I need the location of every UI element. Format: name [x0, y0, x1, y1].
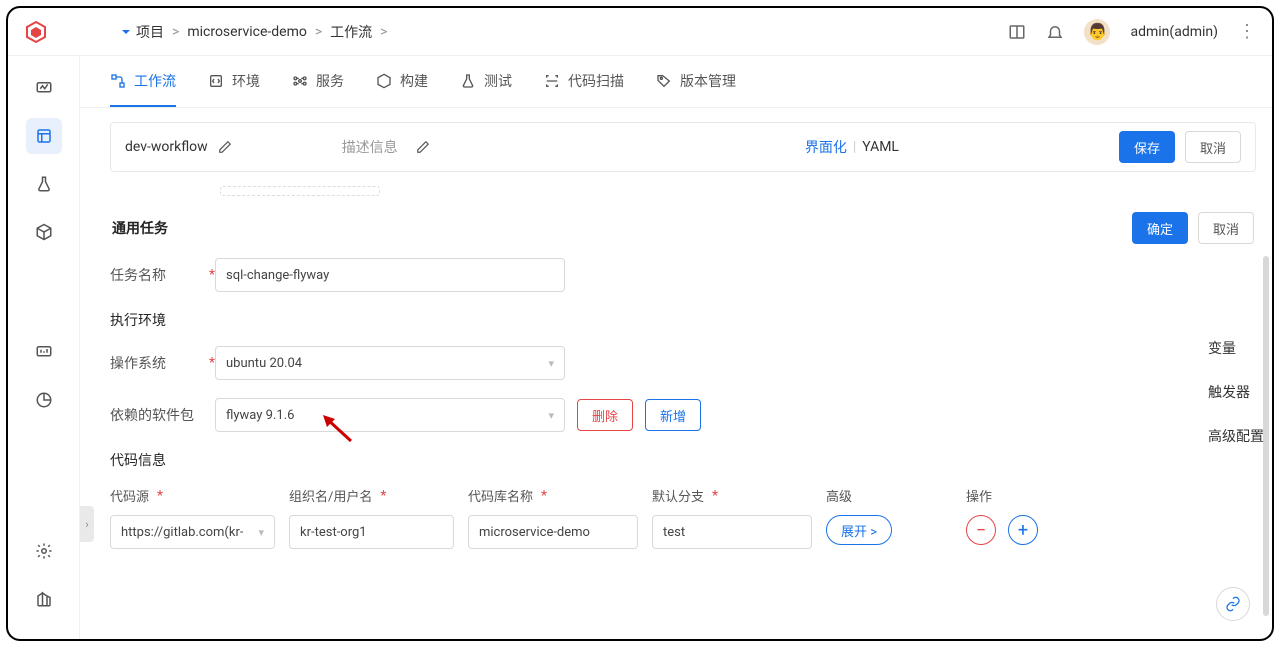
sidebar-item-pie[interactable]: [26, 382, 62, 418]
tab-build[interactable]: 构建: [376, 56, 428, 107]
bell-icon[interactable]: [1046, 23, 1064, 41]
flask-icon: [460, 73, 476, 89]
tab-env[interactable]: 环境: [208, 56, 260, 107]
workflow-bar: dev-workflow 描述信息 界面化 | YAML 保存 取消: [110, 122, 1256, 172]
col-branch: 默认分支: [652, 486, 704, 505]
os-select[interactable]: ubuntu 20.04▾: [215, 346, 565, 380]
tag-icon: [656, 73, 672, 89]
breadcrumb-section[interactable]: 工作流: [330, 22, 372, 42]
main: 工作流 环境 服务 构建 测试 代码扫描 版本管理 dev-workflow 描…: [80, 56, 1272, 639]
code-info-title: 代码信息: [110, 450, 1256, 470]
add-button[interactable]: 新增: [645, 399, 701, 431]
col-advanced: 高级: [826, 486, 852, 505]
scan-icon: [544, 73, 560, 89]
cancel-button[interactable]: 取消: [1185, 131, 1241, 163]
chevron-down-icon: ▾: [548, 357, 554, 370]
tab-service[interactable]: 服务: [292, 56, 344, 107]
tab-workflow[interactable]: 工作流: [110, 56, 176, 107]
required-icon: *: [541, 488, 547, 504]
kebab-menu-icon[interactable]: ⋮: [1238, 23, 1256, 41]
col-actions: 操作: [966, 486, 992, 505]
chevron-down-icon: ▾: [548, 409, 554, 422]
mode-ui[interactable]: 界面化: [805, 137, 847, 157]
workflow-icon: [110, 73, 126, 89]
exec-env-title: 执行环境: [110, 310, 1256, 330]
task-name-label: 任务名称: [110, 265, 205, 285]
mode-toggle: 界面化 | YAML: [805, 137, 899, 157]
service-icon: [292, 73, 308, 89]
col-source: 代码源: [110, 486, 149, 505]
breadcrumb: 项目 > microservice-demo > 工作流 >: [120, 22, 1008, 42]
expand-button[interactable]: 展开 >: [826, 515, 892, 545]
app-logo[interactable]: [24, 20, 48, 44]
dep-select[interactable]: flyway 9.1.6▾: [215, 398, 565, 432]
col-repo: 代码库名称: [468, 486, 533, 505]
os-label: 操作系统: [110, 353, 205, 373]
edit-desc-icon[interactable]: [416, 140, 430, 154]
remove-row-button[interactable]: −: [966, 515, 996, 545]
sidebar-item-monitor[interactable]: [26, 70, 62, 106]
branch-input[interactable]: [652, 515, 812, 549]
chevron-down-icon: ▾: [258, 526, 264, 539]
book-icon[interactable]: [1008, 23, 1026, 41]
dep-label: 依赖的软件包: [110, 405, 210, 425]
workflow-desc: 描述信息: [342, 137, 430, 157]
workflow-name: dev-workflow: [125, 139, 208, 155]
build-icon: [376, 73, 392, 89]
sidebar-item-settings[interactable]: [26, 533, 62, 569]
tab-scan[interactable]: 代码扫描: [544, 56, 624, 107]
app-header: 项目 > microservice-demo > 工作流 > 👨 admin(a…: [8, 8, 1272, 56]
code-info-row: 代码源 * https://gitlab.com(kr-▾ 组织名/用户名 * 代码…: [110, 486, 1256, 549]
rail-advanced[interactable]: 高级配置: [1208, 426, 1264, 446]
sidebar-item-building[interactable]: [26, 581, 62, 617]
required-icon: *: [157, 488, 163, 504]
org-input[interactable]: [289, 515, 454, 549]
tabs: 工作流 环境 服务 构建 测试 代码扫描 版本管理: [80, 56, 1272, 108]
task-name-input[interactable]: [215, 258, 565, 292]
save-button[interactable]: 保存: [1119, 131, 1175, 163]
required-icon: *: [380, 488, 386, 504]
repo-input[interactable]: [468, 515, 638, 549]
right-rail: 变量 触发器 高级配置: [1208, 338, 1272, 446]
sidebar-item-package[interactable]: [26, 214, 62, 250]
chevron-down-icon[interactable]: [120, 26, 132, 38]
header-actions: 👨 admin(admin) ⋮: [1008, 19, 1256, 45]
rail-triggers[interactable]: 触发器: [1208, 382, 1264, 402]
panel-header: 通用任务 确定 取消: [110, 206, 1256, 258]
mode-yaml[interactable]: YAML: [862, 139, 899, 155]
delete-button[interactable]: 删除: [577, 399, 633, 431]
rail-vars[interactable]: 变量: [1208, 338, 1264, 358]
tab-version[interactable]: 版本管理: [656, 56, 736, 107]
panel-title: 通用任务: [112, 218, 168, 238]
sidebar: [8, 56, 80, 639]
code-source-select[interactable]: https://gitlab.com(kr-▾: [110, 515, 275, 549]
required-icon: *: [712, 488, 718, 504]
username[interactable]: admin(admin): [1130, 24, 1218, 40]
breadcrumb-sep: >: [380, 24, 387, 40]
panel-cancel-button[interactable]: 取消: [1198, 212, 1254, 244]
confirm-button[interactable]: 确定: [1132, 212, 1188, 244]
breadcrumb-root[interactable]: 项目: [136, 22, 164, 42]
breadcrumb-project[interactable]: microservice-demo: [187, 24, 307, 40]
sidebar-item-stats[interactable]: [26, 334, 62, 370]
tab-test[interactable]: 测试: [460, 56, 512, 107]
avatar[interactable]: 👨: [1084, 19, 1110, 45]
task-form: 任务名称 * 执行环境 操作系统 * ubuntu 20.04▾ 依赖的软件包 fl…: [110, 258, 1256, 549]
add-row-button[interactable]: +: [1008, 515, 1038, 545]
col-org: 组织名/用户名: [289, 486, 372, 505]
breadcrumb-sep: >: [315, 24, 322, 40]
placeholder-hint: [220, 186, 380, 196]
link-fab[interactable]: [1216, 587, 1250, 621]
edit-name-icon[interactable]: [218, 140, 232, 154]
breadcrumb-sep: >: [172, 24, 179, 40]
env-icon: [208, 73, 224, 89]
sidebar-item-project[interactable]: [26, 118, 62, 154]
sidebar-item-flask[interactable]: [26, 166, 62, 202]
